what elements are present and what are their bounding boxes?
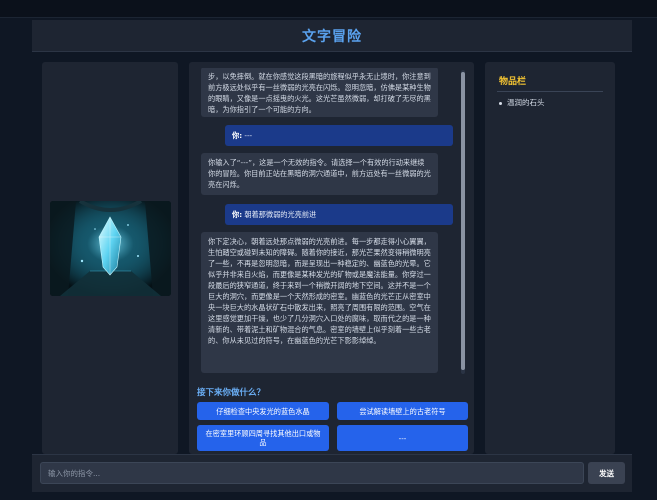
browser-top-strip [0,0,657,18]
system-message: 你输入了“---”，这是一个无效的指令。请选择一个有效的行动来继续你的冒险。你目… [201,153,438,195]
send-button[interactable]: 发送 [588,462,625,484]
story-log[interactable]: 步，以免摔倒。就在你感觉这段黑暗的旅程似乎永无止境时，你注意到前方极远处似乎有一… [197,68,459,376]
inventory-list: 温润的石头 [499,97,609,109]
log-scrollbar-thumb[interactable] [461,72,465,370]
user-message-text: 朝着那微弱的光亮前进 [242,210,317,219]
crystal-cave-scene-image [50,201,171,296]
system-message: 步，以免摔倒。就在你感觉这段黑暗的旅程似乎永无止境时，你注意到前方极远处似乎有一… [201,68,438,117]
choice-button-read-symbols[interactable]: 尝试解读墙壁上的古老符号 [337,402,468,420]
user-message-prefix: 你: [232,210,243,219]
choices-prompt: 接下来你做什么？ [197,388,266,398]
inventory-item-label: 温润的石头 [507,98,545,107]
inventory-title: 物品栏 [499,77,527,87]
user-message-text: --- [242,131,253,140]
story-panel: 步，以免摔倒。就在你感觉这段黑暗的旅程似乎永无止境时，你注意到前方极远处似乎有一… [189,62,474,454]
command-input[interactable] [40,462,584,484]
inventory-divider [497,91,603,92]
bullet-icon [499,101,502,105]
user-message: 你: 朝着那微弱的光亮前进 [225,204,453,225]
choice-button-examine-crystal[interactable]: 仔细检查中央发光的蓝色水晶 [197,402,329,420]
system-message: 你下定决心，朝着远处那点微弱的光亮前进。每一步都走得小心翼翼，生怕踏空或碰到未知… [201,232,438,373]
app-header: 文字冒险 [32,20,632,52]
scene-panel [42,62,178,454]
user-message-prefix: 你: [232,131,243,140]
command-bar: 发送 [32,454,632,492]
choice-button-placeholder[interactable]: --- [337,425,468,451]
log-scrollbar[interactable] [461,70,465,374]
user-message: 你: --- [225,125,453,146]
crystal-cave-scene-icon [50,201,171,296]
inventory-panel: 物品栏 温润的石头 [485,62,615,454]
app-title: 文字冒险 [302,28,362,45]
inventory-item: 温润的石头 [499,97,609,109]
choice-button-search-room[interactable]: 在密室里环顾四周寻找其他出口或物品 [197,425,329,451]
